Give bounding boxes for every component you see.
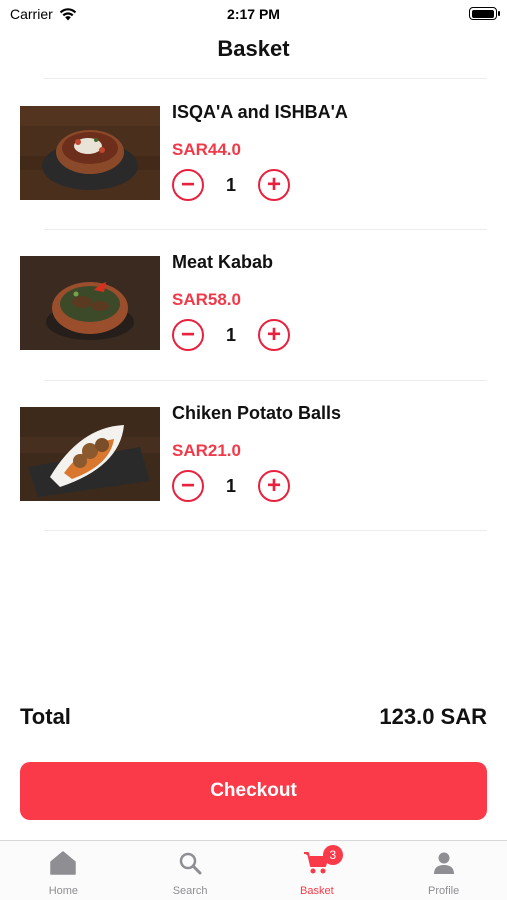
tab-profile[interactable]: Profile	[380, 841, 507, 900]
basket-item: ISQA'A and ISHBA'A SAR44.0 − 1 +	[20, 102, 487, 212]
item-name: Chiken Potato Balls	[172, 403, 342, 423]
decrease-quantity-button[interactable]: −	[172, 470, 204, 502]
tab-basket[interactable]: 3 Basket	[254, 841, 381, 900]
quantity-value: 1	[225, 324, 236, 345]
quantity-stepper: − 1 +	[172, 318, 290, 352]
quantity-stepper: − 1 +	[172, 469, 290, 503]
page-title: Basket	[217, 36, 290, 61]
status-bar: Carrier 2:17 PM	[0, 0, 507, 28]
decrease-quantity-button[interactable]: −	[172, 319, 204, 351]
tab-label: Search	[172, 885, 208, 897]
checkout-button[interactable]: Checkout	[20, 762, 487, 820]
food-photo	[20, 407, 160, 501]
increase-quantity-button[interactable]: +	[258, 169, 290, 201]
basket-item: Meat Kabab SAR58.0 − 1 +	[20, 252, 487, 362]
search-icon	[176, 850, 204, 876]
total-value: 123.0 SAR	[379, 704, 487, 729]
decrease-quantity-button[interactable]: −	[172, 169, 204, 201]
tab-label: Basket	[300, 885, 334, 897]
status-time: 2:17 PM	[227, 6, 280, 22]
increase-quantity-button[interactable]: +	[258, 319, 290, 351]
tab-search[interactable]: Search	[127, 841, 254, 900]
food-photo	[20, 106, 160, 200]
tab-bar: Home Search 3 Basket Profile	[0, 840, 507, 900]
battery-icon	[469, 7, 500, 20]
food-photo	[20, 256, 160, 350]
item-divider	[44, 229, 487, 230]
tab-label: Home	[48, 885, 79, 897]
tab-label: Profile	[428, 885, 460, 897]
person-icon	[430, 850, 458, 876]
total-label: Total	[20, 704, 71, 729]
header-divider	[44, 78, 487, 79]
battery-level	[471, 9, 494, 18]
item-name: Meat Kabab	[172, 252, 274, 272]
quantity-value: 1	[225, 174, 236, 195]
home-icon	[49, 850, 77, 876]
item-price: SAR21.0	[172, 441, 241, 460]
item-name: ISQA'A and ISHBA'A	[172, 102, 348, 122]
quantity-value: 1	[225, 475, 236, 496]
item-divider	[44, 530, 487, 531]
increase-quantity-button[interactable]: +	[258, 470, 290, 502]
item-price: SAR44.0	[172, 140, 241, 159]
item-divider	[44, 380, 487, 381]
basket-item: Chiken Potato Balls SAR21.0 − 1 +	[20, 403, 487, 513]
tab-home[interactable]: Home	[0, 841, 127, 900]
quantity-stepper: − 1 +	[172, 168, 290, 202]
cart-badge: 3	[322, 845, 343, 865]
item-price: SAR58.0	[172, 290, 241, 309]
